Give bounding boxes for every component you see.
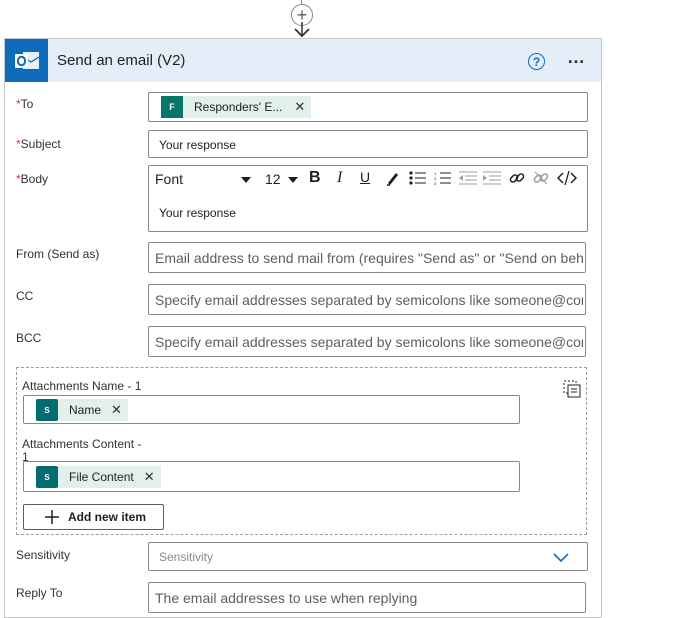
bcc-label: BCC bbox=[16, 331, 42, 345]
remove-token-icon[interactable]: ✕ bbox=[294, 99, 305, 115]
subject-value: Your response bbox=[159, 138, 236, 152]
add-new-item-button[interactable]: Add new item bbox=[23, 504, 164, 530]
from-placeholder: Email address to send mail from (require… bbox=[155, 250, 583, 266]
sensitivity-placeholder: Sensitivity bbox=[159, 550, 214, 564]
cc-label: CC bbox=[16, 289, 34, 303]
attachments-content-input[interactable]: S File Content ✕ bbox=[23, 461, 520, 492]
body-label: *Body bbox=[16, 172, 48, 186]
attachments-group: Attachments Name - 1 S Name ✕ Attachment… bbox=[16, 367, 587, 535]
cc-placeholder: Specify email addresses separated by sem… bbox=[155, 292, 583, 308]
increase-indent-icon[interactable] bbox=[483, 171, 501, 185]
highlight-pen-icon[interactable] bbox=[385, 170, 401, 186]
unlink-icon[interactable] bbox=[533, 170, 549, 186]
to-label: *To bbox=[16, 97, 33, 111]
responders-email-token: F Responders' E... ✕ bbox=[161, 96, 312, 118]
bold-button[interactable]: B bbox=[309, 169, 321, 187]
arrow-down-icon bbox=[294, 22, 310, 38]
numbered-list-icon[interactable]: 123 bbox=[434, 171, 452, 185]
body-label-text: Body bbox=[20, 172, 49, 186]
remove-token-icon[interactable]: ✕ bbox=[144, 469, 155, 485]
svg-text:3: 3 bbox=[434, 181, 437, 185]
bcc-input[interactable]: Specify email addresses separated by sem… bbox=[148, 326, 586, 357]
action-title[interactable]: Send an email (V2) bbox=[57, 52, 185, 69]
token-label: Responders' E... bbox=[194, 100, 283, 114]
add-new-item-label: Add new item bbox=[68, 510, 147, 524]
help-glyph: ? bbox=[532, 54, 541, 69]
sharepoint-icon: S bbox=[36, 399, 58, 421]
more-options-icon[interactable]: … bbox=[567, 47, 586, 68]
underline-button[interactable]: U bbox=[360, 169, 370, 185]
body-editor[interactable]: Font 12 B I U 123 Your response bbox=[148, 165, 588, 232]
font-size-value: 12 bbox=[265, 171, 281, 187]
font-family-select[interactable]: Font bbox=[155, 171, 255, 189]
to-label-text: To bbox=[20, 97, 34, 111]
decrease-indent-icon[interactable] bbox=[459, 171, 477, 185]
italic-button[interactable]: I bbox=[337, 169, 342, 187]
attachments-name-input[interactable]: S Name ✕ bbox=[23, 395, 520, 424]
from-label: From (Send as) bbox=[16, 247, 100, 261]
link-icon[interactable] bbox=[509, 170, 525, 186]
subject-label: *Subject bbox=[16, 137, 61, 151]
cc-input[interactable]: Specify email addresses separated by sem… bbox=[148, 284, 586, 315]
to-field[interactable]: F Responders' E... ✕ bbox=[148, 92, 588, 122]
reply-to-label: Reply To bbox=[16, 586, 63, 600]
chevron-down-icon bbox=[553, 553, 569, 563]
chevron-down-icon bbox=[241, 177, 251, 183]
bullet-list-icon[interactable] bbox=[409, 171, 427, 185]
attachments-name-label: Attachments Name - 1 bbox=[22, 379, 142, 393]
sensitivity-label: Sensitivity bbox=[16, 548, 71, 562]
sharepoint-icon: S bbox=[36, 466, 58, 488]
name-token: S Name ✕ bbox=[36, 399, 128, 421]
bcc-placeholder: Specify email addresses separated by sem… bbox=[155, 334, 583, 350]
subject-input[interactable]: Your response bbox=[148, 130, 588, 158]
remove-token-icon[interactable]: ✕ bbox=[111, 402, 122, 418]
font-size-select[interactable]: 12 bbox=[265, 171, 301, 189]
token-label: File Content bbox=[69, 470, 134, 484]
microsoft-forms-icon: F bbox=[161, 96, 183, 118]
attachments-content-label-line1: Attachments Content - bbox=[22, 437, 142, 451]
plus-icon bbox=[45, 510, 59, 524]
chevron-down-icon bbox=[288, 177, 298, 183]
subject-label-text: Subject bbox=[20, 137, 61, 151]
card-header[interactable]: Send an email (V2) ? … bbox=[5, 39, 601, 82]
sensitivity-dropdown[interactable]: Sensitivity bbox=[148, 542, 588, 571]
switch-to-array-input-icon[interactable] bbox=[563, 380, 581, 398]
from-send-as-input[interactable]: Email address to send mail from (require… bbox=[148, 242, 586, 273]
body-value: Your response bbox=[159, 206, 236, 220]
font-select-value: Font bbox=[155, 171, 184, 187]
file-content-token: S File Content ✕ bbox=[36, 466, 161, 488]
code-view-icon[interactable] bbox=[557, 170, 577, 186]
outlook-icon bbox=[5, 39, 48, 82]
help-icon[interactable]: ? bbox=[528, 53, 545, 70]
reply-to-input[interactable]: The email addresses to use when replying bbox=[148, 582, 586, 613]
token-label: Name bbox=[69, 403, 102, 417]
